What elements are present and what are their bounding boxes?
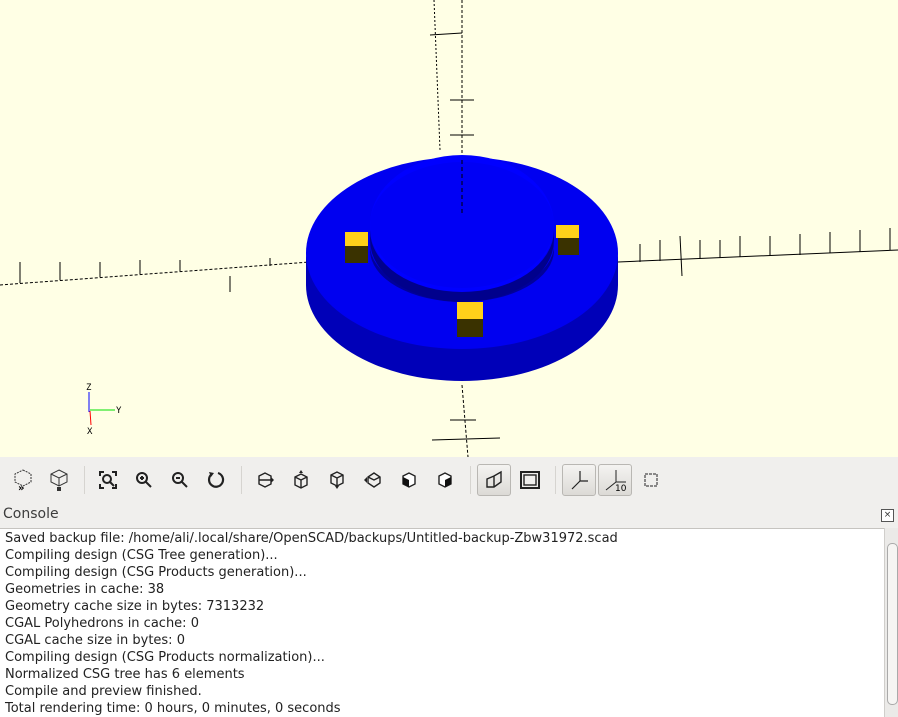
orthogonal-icon (520, 470, 540, 489)
view-left-button[interactable] (356, 464, 390, 496)
scale-label: 10 (615, 484, 627, 492)
toolbar-separator (470, 465, 471, 494)
zoom-out-button[interactable] (163, 464, 197, 496)
axis-label-y: Y (116, 406, 122, 416)
axes-icon (571, 470, 588, 489)
marker-cube (457, 302, 483, 337)
scrollbar-thumb[interactable] (887, 543, 898, 705)
axis-label-z: Z (86, 383, 92, 393)
view-front-button[interactable] (392, 464, 426, 496)
toolbar-separator (241, 465, 242, 494)
preview-icon: » (14, 468, 32, 492)
zoom-in-icon (136, 471, 152, 488)
perspective-button[interactable] (477, 463, 511, 496)
view-right-button[interactable] (248, 464, 282, 496)
reset-view-button[interactable] (199, 464, 233, 496)
zoom-fit-icon (99, 470, 117, 489)
toolbar-separator (555, 465, 556, 494)
axis-indicator: Z Y X (86, 383, 122, 437)
render-button[interactable] (42, 464, 76, 496)
view-top-button[interactable] (284, 464, 318, 496)
view-bottom-icon (330, 470, 344, 489)
show-axes-button[interactable] (562, 463, 596, 496)
render-icon (50, 468, 68, 491)
zoom-in-button[interactable] (127, 464, 161, 496)
scene: Z Y X (0, 0, 898, 458)
view-back-icon (438, 471, 452, 488)
console-line: Compile and preview finished. (5, 684, 202, 699)
console-line: Geometry cache size in bytes: 7313232 (5, 599, 265, 614)
console-output[interactable]: Saved backup file: /home/ali/.local/shar… (0, 528, 884, 717)
view-right-icon (258, 471, 274, 488)
console-line: Total rendering time: 0 hours, 0 minutes… (5, 701, 341, 716)
toolbar-separator (84, 465, 85, 494)
console-line: CGAL Polyhedrons in cache: 0 (5, 616, 199, 631)
view-back-button[interactable] (428, 464, 462, 496)
console-line: Compiling design (CSG Tree generation)..… (5, 548, 278, 563)
show-scale-markers-button[interactable]: 10 (598, 463, 632, 496)
console-line: Compiling design (CSG Products normaliza… (5, 650, 325, 665)
view-front-icon (402, 471, 416, 488)
edges-icon (644, 473, 658, 486)
preview-button[interactable]: » (6, 464, 40, 496)
console-close-button[interactable]: × (881, 509, 894, 522)
svg-text:»: » (18, 483, 24, 492)
view-top-icon (294, 469, 308, 489)
view-toolbar: » 10 (0, 457, 898, 502)
perspective-icon (486, 470, 502, 488)
view-left-icon (364, 471, 381, 488)
console-line: Normalized CSG tree has 6 elements (5, 667, 245, 682)
console-line: Saved backup file: /home/ali/.local/shar… (5, 531, 618, 546)
view-bottom-button[interactable] (320, 464, 354, 496)
console-scrollbar[interactable] (884, 528, 898, 717)
axis-label-x: X (87, 427, 93, 437)
3d-viewport[interactable]: Z Y X (0, 0, 898, 458)
console-title: Console (3, 506, 59, 522)
view-all-button[interactable] (91, 464, 125, 496)
console-line: Compiling design (CSG Products generatio… (5, 565, 307, 580)
console-line: Geometries in cache: 38 (5, 582, 165, 597)
scale-markers-icon: 10 (605, 469, 627, 492)
show-edges-button[interactable] (634, 464, 668, 496)
model (306, 155, 618, 381)
marker-cube (345, 232, 368, 263)
reset-view-icon (207, 471, 225, 488)
orthogonal-button[interactable] (513, 464, 547, 496)
console-line: CGAL cache size in bytes: 0 (5, 633, 185, 648)
zoom-out-icon (172, 471, 188, 488)
marker-cube (556, 225, 579, 255)
